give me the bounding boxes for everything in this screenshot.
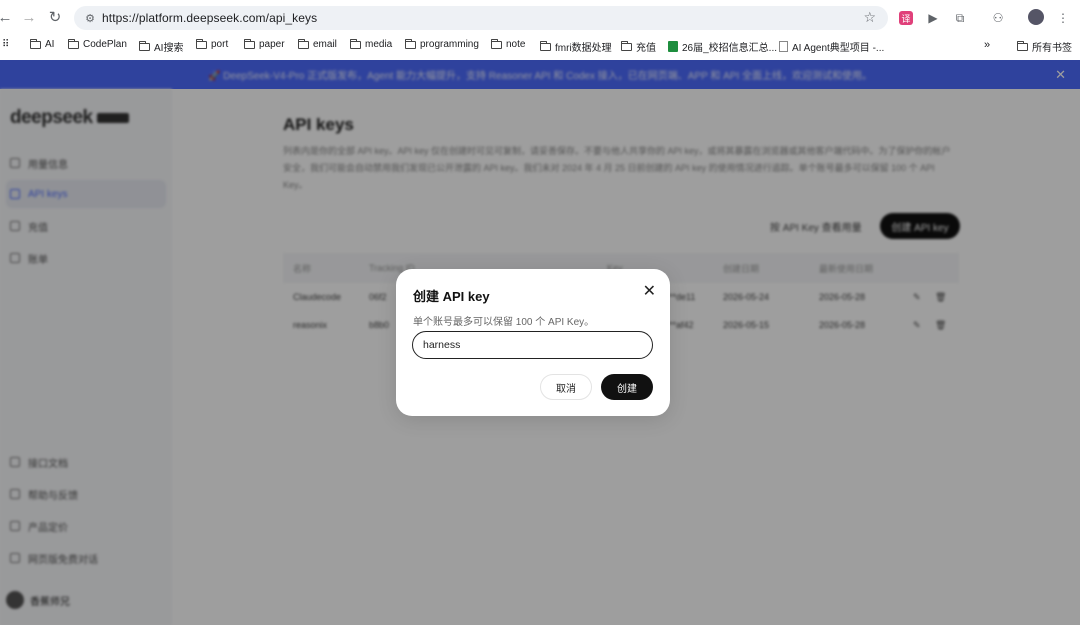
folder-icon xyxy=(405,38,416,49)
folder-icon xyxy=(1017,40,1028,51)
folder-icon xyxy=(350,38,361,49)
folder-icon xyxy=(298,38,309,49)
dialog-title: 创建 API key xyxy=(413,289,490,304)
bookmark-ai-agent[interactable]: AI Agent典型项目 -... xyxy=(779,39,884,54)
cancel-button[interactable]: 取消 xyxy=(540,374,592,400)
create-button[interactable]: 创建 xyxy=(601,374,653,400)
bookmark-note[interactable]: note xyxy=(491,38,525,50)
bookmark-codeplan[interactable]: CodePlan xyxy=(68,38,127,50)
reload-icon[interactable]: ↻ xyxy=(44,6,66,28)
bookmark-paper[interactable]: paper xyxy=(244,38,285,50)
folder-icon xyxy=(30,38,41,49)
extensions-puzzle-icon[interactable]: ⧉ xyxy=(951,9,969,27)
close-icon[interactable]: ✕ xyxy=(643,284,656,300)
more-bookmarks-button[interactable]: » xyxy=(984,39,990,51)
bookmark-campus-hiring[interactable]: 26届_校招信息汇总... xyxy=(668,39,777,54)
bookmark-ai[interactable]: AI xyxy=(30,38,54,50)
apps-icon[interactable]: ⠿ xyxy=(2,39,9,50)
address-bar[interactable]: ⚙ https://platform.deepseek.com/api_keys… xyxy=(74,6,888,30)
create-api-key-dialog: 创建 API key ✕ 单个账号最多可以保留 100 个 API Key。 取… xyxy=(396,269,670,416)
folder-icon xyxy=(491,38,502,49)
folder-icon xyxy=(621,40,632,51)
sheets-icon xyxy=(668,41,678,52)
menu-kebab-icon[interactable]: ⋮ xyxy=(1054,9,1072,27)
forward-icon[interactable]: → xyxy=(18,6,40,28)
folder-icon xyxy=(139,40,150,51)
bookmark-star-icon[interactable]: ☆ xyxy=(863,9,876,26)
folder-icon xyxy=(196,38,207,49)
dialog-description: 单个账号最多可以保留 100 个 API Key。 xyxy=(413,317,595,328)
doc-icon xyxy=(779,41,788,52)
bookmark-programming[interactable]: programming xyxy=(405,38,479,50)
url-text: https://platform.deepseek.com/api_keys xyxy=(102,11,318,25)
bookmark-fmri[interactable]: fmri数据处理 xyxy=(540,39,612,54)
all-bookmarks[interactable]: 所有书签 xyxy=(1017,39,1072,54)
extension-icon[interactable]: 译 xyxy=(899,11,913,25)
play-extension-icon[interactable]: ▶ xyxy=(924,9,942,27)
profile-avatar-icon[interactable] xyxy=(1028,9,1044,25)
bookmark-recharge[interactable]: 充值 xyxy=(621,39,656,54)
browser-toolbar: ← → ↻ ⚙ https://platform.deepseek.com/ap… xyxy=(0,0,1080,34)
folder-icon xyxy=(244,38,255,49)
bookmark-email[interactable]: email xyxy=(298,38,337,50)
bookmark-port[interactable]: port xyxy=(196,38,228,50)
incognito-icon[interactable]: ⚇ xyxy=(989,9,1007,27)
site-info-icon[interactable]: ⚙ xyxy=(78,12,102,25)
folder-icon xyxy=(540,40,551,51)
bookmarks-bar: ⠿ AI CodePlan AI搜索 port paper email medi… xyxy=(0,34,1080,60)
bookmark-ai-search[interactable]: AI搜索 xyxy=(139,39,183,54)
bookmark-media[interactable]: media xyxy=(350,38,392,50)
folder-icon xyxy=(68,38,79,49)
back-icon[interactable]: ← xyxy=(0,6,16,28)
api-key-name-input[interactable] xyxy=(412,331,653,359)
